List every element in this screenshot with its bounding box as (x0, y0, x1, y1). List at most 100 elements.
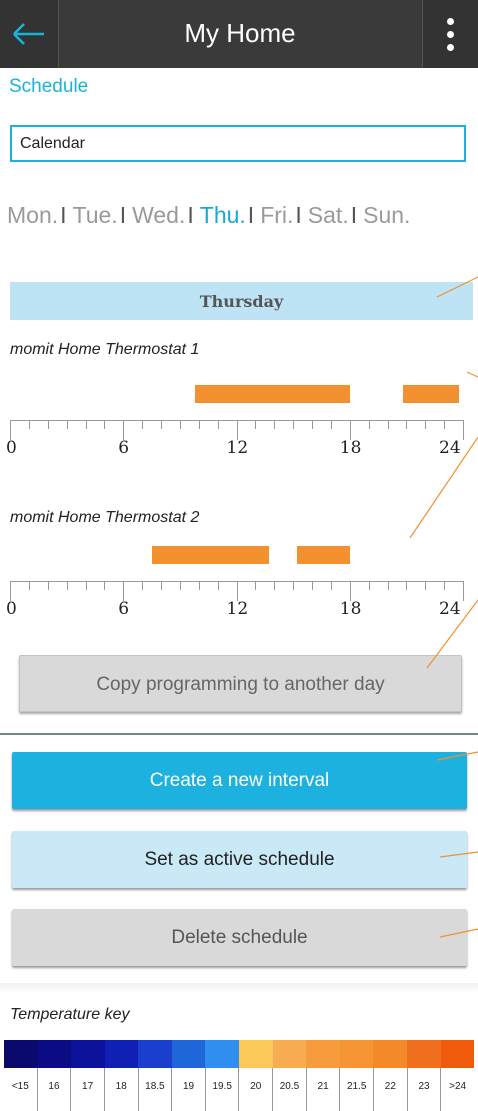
timeline-tick (10, 420, 11, 440)
temperature-label: 21 (305, 1068, 340, 1111)
timeline-tick (161, 420, 162, 429)
timeline-tick (425, 420, 427, 429)
temperature-label: 23 (406, 1068, 441, 1111)
schedule-interval-bar[interactable] (402, 385, 460, 403)
timeline-hour-label: 12 (226, 438, 249, 458)
timeline-tick (85, 581, 87, 590)
back-button[interactable] (0, 0, 59, 68)
delete-schedule-button[interactable]: Delete schedule (12, 909, 467, 966)
back-arrow-icon (13, 23, 44, 45)
schedule-interval-bar[interactable] (296, 546, 350, 564)
timeline-hour-label: 0 (6, 599, 17, 619)
copy-programming-button[interactable]: Copy programming to another day (19, 655, 462, 712)
temperature-key-swatches (4, 1040, 475, 1068)
timeline-tick (444, 420, 446, 429)
timeline-tick (123, 420, 125, 440)
temperature-key-labels: <15 16 17 18 18.5 19 19.5 20 20.5 21 21.5 22 23 >24 (4, 1068, 474, 1111)
timeline-tick (104, 420, 106, 429)
temperature-label: 17 (70, 1068, 104, 1111)
timeline-hour-label: 12 (226, 599, 249, 619)
day-tab-tue[interactable]: Tue. (73, 202, 118, 229)
temperature-swatch (339, 1040, 374, 1068)
timeline-tick (47, 420, 49, 429)
timeline-hour-label: 6 (118, 438, 130, 458)
timeline-hour-label: 18 (339, 438, 362, 458)
timeline-tick (85, 420, 87, 429)
temperature-label: 21.5 (339, 1068, 373, 1111)
day-tab-fri[interactable]: Fri. (260, 202, 293, 229)
timeline-tick (293, 420, 295, 429)
schedule-interval-bar[interactable] (194, 385, 350, 403)
day-tab-mon[interactable]: Mon. (7, 202, 58, 229)
timeline-tick (255, 581, 257, 590)
temperature-label: <15 (11, 1081, 29, 1092)
temperature-swatch (205, 1040, 240, 1068)
timeline-tick (198, 581, 200, 590)
thermostat-name: momit Home Thermostat 1 (10, 341, 200, 358)
thermostat-timeline[interactable]: 0 6 12 18 24 (0, 545, 478, 619)
timeline-tick (161, 581, 162, 590)
more-vert-icon (447, 18, 454, 25)
divider (0, 733, 478, 735)
calendar-select[interactable]: Calendar (10, 125, 466, 162)
day-tab-separator: I (247, 202, 255, 228)
overflow-menu-button[interactable] (422, 0, 478, 68)
timeline-tick (47, 581, 49, 590)
timeline-tick (142, 581, 144, 590)
timeline-tick (255, 420, 257, 429)
timeline-tick (198, 420, 200, 429)
calendar-select-value: Calendar (20, 135, 85, 152)
create-interval-button[interactable]: Create a new interval (12, 752, 467, 809)
temperature-swatch (138, 1040, 172, 1068)
timeline-tick (104, 581, 106, 590)
timeline-tick (425, 581, 427, 590)
day-tab-wed[interactable]: Wed. (132, 202, 185, 229)
timeline-tick (236, 581, 238, 601)
day-tab-thu[interactable]: Thu. (200, 202, 246, 229)
day-title: Thursday (199, 292, 284, 311)
timeline-tick (387, 420, 389, 429)
day-tab-separator: I (295, 202, 302, 228)
day-tab-separator: I (60, 202, 67, 228)
temperature-swatch (104, 1040, 139, 1068)
timeline-tick (274, 420, 276, 429)
timeline-tick (349, 420, 351, 440)
day-tab-separator: I (350, 202, 358, 228)
timeline-hour-label: 24 (439, 438, 461, 458)
day-tab-sun[interactable]: Sun. (363, 202, 410, 229)
timeline-tick (330, 420, 332, 429)
temperature-label: 19 (171, 1068, 205, 1111)
timeline-tick (179, 420, 181, 429)
temperature-label: 20 (238, 1068, 272, 1111)
timeline-tick (387, 581, 389, 590)
thermostat-name: momit Home Thermostat 2 (10, 509, 200, 526)
schedule-link[interactable]: Schedule (9, 76, 88, 98)
temperature-swatch (239, 1040, 273, 1068)
timeline-tick (406, 420, 408, 429)
timeline-tick (368, 581, 370, 590)
schedule-interval-bar[interactable] (151, 546, 269, 564)
timeline-tick (293, 581, 295, 590)
timeline-tick (28, 581, 30, 590)
timeline-tick (349, 581, 351, 601)
timeline-hour-label: 18 (339, 599, 362, 619)
day-tab-sat[interactable]: Sat. (308, 202, 349, 229)
section-shadow (0, 983, 478, 993)
temperature-swatch (440, 1040, 475, 1068)
timeline-tick (312, 581, 313, 590)
temperature-label: >24 (440, 1068, 474, 1111)
set-active-schedule-button[interactable]: Set as active schedule (12, 831, 467, 888)
timeline-tick (123, 581, 125, 601)
timeline-tick (463, 420, 464, 440)
temperature-swatch (406, 1040, 441, 1068)
timeline-tick (28, 420, 30, 429)
thermostat-timeline[interactable]: 0 6 12 18 24 (0, 384, 478, 458)
timeline-tick (179, 581, 181, 590)
timeline-tick (312, 420, 313, 429)
timeline-hour-label: 0 (6, 438, 17, 458)
timeline-hour-label: 24 (439, 599, 461, 619)
temperature-swatch (71, 1040, 105, 1068)
temperature-swatch (306, 1040, 340, 1068)
temperature-swatch (37, 1040, 72, 1068)
timeline-tick (406, 581, 408, 590)
